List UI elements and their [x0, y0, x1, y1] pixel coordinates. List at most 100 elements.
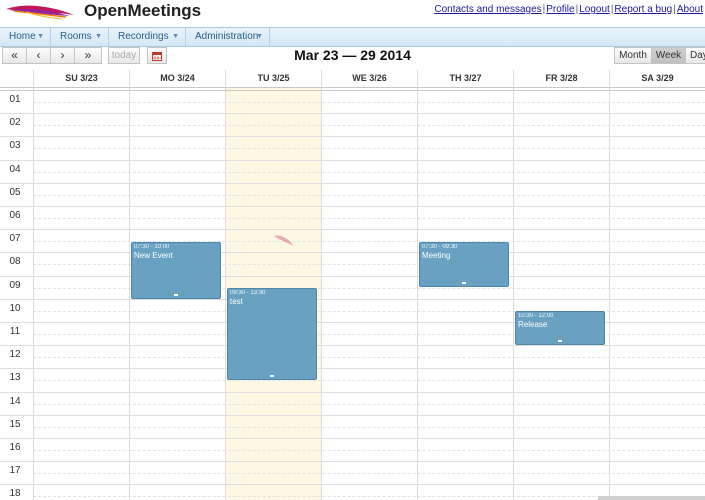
hour-label: 12 [9, 349, 21, 361]
hour-label: 16 [9, 442, 21, 453]
half-hour-line [33, 357, 705, 359]
event-time: 09:30 - 13:30 [230, 290, 266, 297]
half-hour-line [33, 171, 705, 173]
chevron-down-icon: ▼ [37, 33, 44, 40]
horizontal-scrollbar[interactable] [598, 496, 705, 500]
hour-row[interactable]: 05 [0, 182, 705, 206]
app-title: OpenMeetings [84, 1, 202, 20]
event-title: test [230, 297, 243, 307]
resize-handle[interactable] [558, 340, 562, 343]
day-header: WE 3/26 [321, 70, 417, 87]
hour-label: 13 [9, 372, 21, 384]
week-calendar-grid: 01 02 03 04 05 06 07 08 09 10 11 12 13 14 15 16 17 18 SU 3… [0, 70, 705, 500]
feather-watermark-icon [274, 235, 294, 246]
hour-row[interactable]: 02 [0, 113, 705, 136]
header-divider [0, 90, 705, 91]
day-view-button[interactable]: Day [685, 47, 705, 64]
menu-administration-label: Administration [195, 31, 259, 42]
calendar-toolbar: « ‹ › » today Mar 23 — 29 2014 Month Wee… [0, 46, 705, 68]
hour-row[interactable]: 13 [0, 368, 705, 391]
hour-row[interactable]: 14 [0, 391, 705, 415]
day-column-divider [129, 70, 130, 500]
hour-label: 01 [9, 94, 21, 105]
menu-rooms-label: Rooms [60, 31, 92, 42]
hour-label: 11 [9, 326, 21, 337]
calendar-event[interactable]: 10:30 - 12:00 Release [515, 311, 605, 346]
month-view-button[interactable]: Month [614, 47, 652, 64]
hour-row[interactable]: 15 [0, 414, 705, 438]
hour-label: 05 [9, 186, 21, 198]
hour-row[interactable]: 12 [0, 345, 705, 368]
half-hour-line [33, 450, 705, 451]
apache-feather-logo [6, 5, 74, 20]
calendar-event[interactable]: 09:30 - 13:30 test [227, 288, 317, 380]
hour-row[interactable]: 01 [0, 90, 705, 113]
chevron-down-icon: ▼ [172, 33, 179, 40]
day-header: SU 3/23 [33, 70, 129, 87]
half-hour-line [33, 380, 705, 382]
half-hour-line [33, 218, 705, 219]
half-hour-line [33, 473, 705, 475]
about-link[interactable]: About [677, 4, 703, 15]
profile-link[interactable]: Profile [546, 4, 574, 15]
half-hour-line [33, 403, 705, 405]
resize-handle[interactable] [174, 293, 178, 296]
event-time: 07:30 - 10:00 [134, 243, 170, 250]
contacts-messages-link[interactable]: Contacts and messages [434, 4, 541, 15]
hour-label: 07 [9, 233, 21, 245]
menu-recordings[interactable]: Recordings ▼ [109, 28, 186, 46]
half-hour-line [33, 194, 705, 196]
day-header: MO 3/24 [129, 70, 225, 87]
event-time: 07:30 - 09:30 [422, 243, 458, 250]
menu-rooms[interactable]: Rooms ▼ [51, 28, 109, 46]
hour-row[interactable]: 09 [0, 275, 705, 299]
event-time: 10:30 - 12:00 [518, 313, 554, 320]
calendar-event[interactable]: 07:30 - 10:00 New Event [131, 241, 221, 299]
resize-handle[interactable] [462, 282, 466, 285]
half-hour-line [33, 426, 705, 428]
day-header: TU 3/25 [225, 70, 321, 87]
hour-label: 08 [9, 256, 21, 268]
menu-home-label: Home [9, 31, 36, 42]
main-menu: Home ▼ Rooms ▼ Recordings ▼ Administration ▼ [0, 27, 705, 47]
day-header: FR 3/28 [513, 70, 609, 87]
hour-label: 10 [9, 302, 21, 314]
hour-row[interactable]: 08 [0, 252, 705, 275]
top-links: Contacts and messages|Profile|Logout|Rep… [434, 4, 703, 15]
calendar-range-title: Mar 23 — 29 2014 [294, 47, 411, 63]
week-view-button[interactable]: Week [651, 47, 686, 64]
chevron-down-icon: ▼ [95, 33, 102, 40]
hour-row[interactable]: 04 [0, 159, 705, 183]
half-hour-line [33, 148, 705, 150]
day-column-divider [321, 70, 322, 500]
hour-row[interactable]: 16 [0, 438, 705, 461]
calendar-event[interactable]: 07:30 - 09:30 Meeting [419, 241, 509, 288]
hour-row[interactable]: 03 [0, 136, 705, 159]
resize-handle[interactable] [270, 374, 274, 377]
hour-row[interactable]: 17 [0, 461, 705, 484]
event-title: Release [518, 320, 548, 330]
menu-administration[interactable]: Administration ▼ [186, 28, 270, 46]
hour-label: 06 [9, 210, 21, 221]
hour-label: 04 [9, 163, 21, 175]
logout-link[interactable]: Logout [579, 4, 610, 15]
day-column-divider [609, 70, 610, 500]
event-title: New Event [134, 250, 173, 260]
event-title: Meeting [422, 250, 451, 260]
menu-home[interactable]: Home ▼ [0, 28, 51, 46]
half-hour-line [33, 102, 705, 103]
day-header: TH 3/27 [417, 70, 513, 87]
half-hour-line [33, 125, 705, 127]
hour-label: 03 [9, 140, 21, 152]
report-bug-link[interactable]: Report a bug [614, 4, 672, 15]
hour-row[interactable]: 06 [0, 206, 705, 229]
day-column-divider [33, 70, 34, 500]
day-column-divider [513, 70, 514, 500]
day-header: SA 3/29 [609, 70, 705, 87]
hour-label: 18 [9, 488, 21, 500]
hour-label: 14 [9, 395, 21, 407]
hour-label: 02 [9, 117, 21, 129]
hour-row[interactable]: 07 [0, 229, 705, 252]
header-divider [0, 87, 705, 88]
menu-recordings-label: Recordings [118, 31, 169, 42]
